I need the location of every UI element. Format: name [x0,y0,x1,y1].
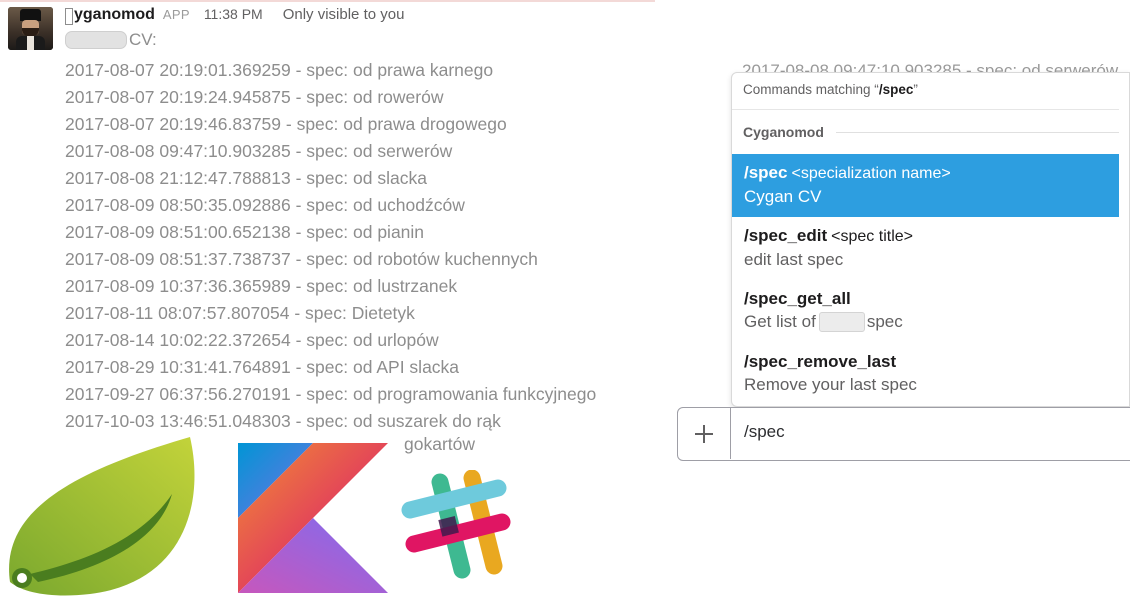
command-autocomplete-popup: Commands matching “/spec” Cyganomod /spe… [731,72,1130,407]
command-description-start: Get list of [744,312,816,331]
command-option-spec-edit[interactable]: /spec_edit <spec title> edit last spec [732,217,1119,280]
command-arg: <specialization name> [791,165,951,182]
app-badge: APP [162,7,190,22]
command-name: /spec_get_all [744,289,851,308]
command-name: /spec [744,163,788,182]
popup-query: /spec [878,82,914,97]
hidden-cv-entry: 2017-08-08 09:47:10.903285 - spec: od se… [742,61,1119,72]
cv-entry: 2017-08-08 21:12:47.788813 - spec: od sl… [65,168,427,188]
message-timestamp[interactable]: 11:38 PM [204,6,263,22]
command-option-spec-remove-last[interactable]: /spec_remove_last Remove your last spec [732,343,1119,406]
cv-entry: 2017-08-07 20:19:24.945875 - spec: od ro… [65,87,444,107]
plus-icon [695,424,713,443]
cv-entry: 2017-08-08 09:47:10.903285 - spec: od se… [65,141,453,161]
cv-entry: 2017-08-09 08:51:37.738737 - spec: od ro… [65,249,538,269]
cv-entry: 2017-08-07 20:19:46.83759 - spec: od pra… [65,114,507,134]
message-header: yganomod APP 11:38 PM Only visible to yo… [65,6,404,26]
cv-entry-list: 2017-08-07 20:19:01.369259 - spec: od pr… [65,57,596,435]
command-name: /spec_edit [744,226,828,245]
command-group-label: Cyganomod [743,124,824,140]
message-composer[interactable]: /spec [677,407,1130,461]
spring-logo-icon [9,437,195,596]
text-cursor-box [65,7,73,25]
cv-entry: 2017-08-14 10:02:22.372654 - spec: od ur… [65,330,439,350]
cv-entry: 2017-08-11 08:07:57.807054 - spec: Diete… [65,303,415,323]
attach-button[interactable] [678,408,731,459]
top-divider [0,0,655,2]
popup-header-prefix: Commands matching “ [743,82,879,97]
popup-header-suffix: ” [913,82,918,97]
cv-entry: 2017-09-27 06:37:56.270191 - spec: od pr… [65,384,597,404]
message-input[interactable]: /spec [744,422,785,442]
cv-entry-overflow: gokartów [404,434,476,454]
cv-entry: 2017-08-07 20:19:01.369259 - spec: od pr… [65,60,494,80]
command-group-heading: Cyganomod [743,124,1119,140]
command-description: Cygan CV [744,187,822,206]
cv-label: CV: [129,30,157,49]
popup-header: Commands matching “/spec” [732,73,1119,110]
cv-entry: 2017-10-03 13:46:51.048303 - spec: od su… [65,411,501,431]
command-description: edit last spec [744,250,844,269]
command-option-spec[interactable]: /spec <specialization name> Cygan CV [732,154,1119,217]
command-name: /spec_remove_last [744,352,897,371]
sender-avatar[interactable] [8,7,53,50]
group-divider [835,131,1119,133]
command-description-end: spec [866,312,903,331]
sender-name[interactable]: yganomod [74,6,155,24]
command-arg: <spec title> [831,228,913,245]
cv-entry: 2017-08-09 08:51:00.652138 - spec: od pi… [65,222,425,242]
redacted-word [818,312,865,332]
command-description: Remove your last spec [744,375,917,394]
cv-heading: CV: [65,30,157,50]
visibility-note: Only visible to you [282,6,405,23]
slack-logo-icon [401,470,511,579]
cv-entry: 2017-08-29 10:31:41.764891 - spec: od AP… [65,357,460,377]
cv-entry: 2017-08-09 08:50:35.092886 - spec: od uc… [65,195,465,215]
cv-entry: 2017-08-09 10:37:36.365989 - spec: od lu… [65,276,458,296]
redacted-name [65,31,127,49]
kotlin-logo-icon [238,443,388,593]
command-option-spec-get-all[interactable]: /spec_get_all Get list of spec [732,280,1119,343]
